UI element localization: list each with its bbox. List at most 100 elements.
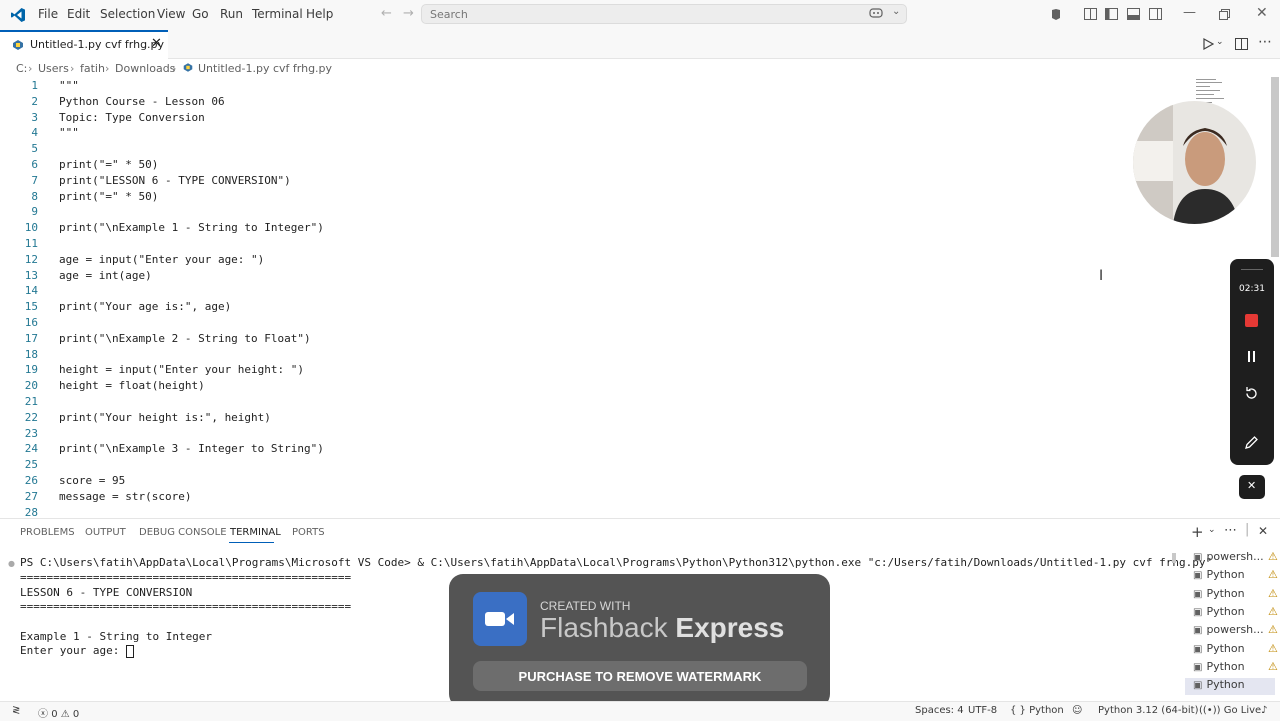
close-tab-icon[interactable]: ✕ <box>151 36 162 51</box>
go-live-button[interactable]: ((•)) Go Live <box>1199 705 1261 716</box>
code-line: print("\nExample 1 - String to Integer") <box>59 221 324 235</box>
terminal-name: Python <box>1206 568 1245 582</box>
tab-terminal[interactable]: TERMINAL <box>230 527 281 538</box>
language-mode[interactable]: { } Python <box>1010 705 1064 716</box>
chevron-right-icon: › <box>70 62 75 75</box>
line-number: 19 <box>24 363 38 377</box>
problems-indicator[interactable]: ⓧ 0 ⚠ 0 <box>38 705 79 720</box>
tab-output[interactable]: OUTPUT <box>85 527 126 538</box>
recording-control-bar: 02:31 <box>1230 259 1274 465</box>
breadcrumb-file[interactable]: Untitled-1.py cvf frhg.py <box>198 62 332 75</box>
terminal-line: ========================================… <box>20 571 352 584</box>
forward-arrow-icon[interactable]: → <box>403 6 414 21</box>
remote-window-icon[interactable]: ≷ <box>12 705 20 716</box>
restore-icon[interactable] <box>1219 9 1230 20</box>
notifications-bell-icon[interactable]: ♪ <box>1261 705 1267 716</box>
back-arrow-icon[interactable]: ← <box>381 6 392 21</box>
stop-recording-icon[interactable] <box>1245 314 1258 327</box>
line-number: 24 <box>24 442 38 456</box>
drag-handle[interactable] <box>1241 269 1263 270</box>
warning-icon: ⚠ <box>1268 641 1278 655</box>
terminal-icon: ▣ <box>1193 625 1203 637</box>
close-panel-icon[interactable]: ✕ <box>1258 524 1268 538</box>
python-interpreter[interactable]: Python 3.12 (64-bit) <box>1098 705 1198 716</box>
python-file-icon <box>13 40 23 50</box>
purchase-button[interactable]: PURCHASE TO REMOVE WATERMARK <box>473 661 807 691</box>
pause-icon[interactable] <box>1245 350 1258 363</box>
terminal-list-item[interactable]: ▣ Python ⚠ <box>1193 605 1278 622</box>
toggle-panel-icon[interactable] <box>1127 8 1140 20</box>
terminal-list-item[interactable]: ▣ Python ⚠ <box>1193 641 1278 659</box>
error-icon: ⓧ <box>38 709 48 720</box>
run-python-file-icon[interactable] <box>1202 38 1214 50</box>
code-line: print("Your height is:", height) <box>59 410 271 424</box>
breadcrumb-fatih[interactable]: fatih <box>80 62 105 75</box>
terminal-scrollbar[interactable] <box>1172 553 1176 563</box>
warning-icon: ⚠ <box>1268 568 1278 582</box>
code-line: print("LESSON 6 - TYPE CONVERSION") <box>59 173 291 187</box>
python-file-icon <box>183 63 193 72</box>
terminal-list-item[interactable]: ▣ powersh... ⚠ <box>1193 550 1278 567</box>
code-line: age = input("Enter your age: ") <box>59 252 265 266</box>
terminal-prompt[interactable]: Enter your age: <box>20 644 134 658</box>
command-center-search[interactable]: Search ⌄ <box>421 4 907 24</box>
encoding-status[interactable]: UTF-8 <box>968 705 997 716</box>
terminal-icon: ▣ <box>1193 552 1203 563</box>
close-window-icon[interactable]: ✕ <box>1256 5 1268 21</box>
menu-edit[interactable]: Edit <box>67 7 90 21</box>
menu-selection[interactable]: Selection <box>100 7 155 21</box>
line-number: 28 <box>24 505 38 517</box>
terminal-chevron-down-icon[interactable]: ⌄ <box>1208 525 1216 535</box>
restart-icon[interactable] <box>1244 386 1259 401</box>
code-line: height = float(height) <box>59 379 205 393</box>
toggle-primary-sidebar-icon[interactable] <box>1105 8 1118 20</box>
menu-run[interactable]: Run <box>220 7 243 21</box>
menu-view[interactable]: View <box>157 7 185 21</box>
breadcrumb-downloads[interactable]: Downloads <box>115 62 175 75</box>
menu-help[interactable]: Help <box>306 7 333 21</box>
breadcrumb-drive[interactable]: C: <box>16 62 27 75</box>
terminal-icon: ▣ <box>1193 680 1203 692</box>
minimize-icon[interactable]: — <box>1183 5 1196 20</box>
tab-untitled-1[interactable]: Untitled-1.py cvf frhg.py ✕ <box>0 30 168 59</box>
recording-timer: 02:31 <box>1239 284 1265 294</box>
customize-layout-icon[interactable] <box>1084 8 1097 20</box>
tab-ports[interactable]: PORTS <box>292 527 325 538</box>
split-editor-icon[interactable] <box>1235 38 1248 50</box>
presenter-image <box>1133 101 1256 224</box>
code-editor[interactable]: 1 """ 2 Python Course - Lesson 06 3 Topic: Ty… <box>0 77 1270 517</box>
copilot-status-icon[interactable]: ☺ <box>1072 705 1082 716</box>
warning-count: 0 <box>72 709 80 720</box>
warning-icon: ⚠ <box>60 709 70 720</box>
flashback-watermark: CREATED WITH Flashback Express PURCHASE … <box>449 574 830 708</box>
tab-debug-console[interactable]: DEBUG CONSOLE <box>139 527 227 538</box>
chevron-down-icon[interactable]: ⌄ <box>892 6 900 17</box>
menu-file[interactable]: File <box>38 7 58 21</box>
copilot-chat-icon[interactable] <box>1050 8 1062 21</box>
toggle-secondary-sidebar-icon[interactable] <box>1149 8 1162 20</box>
indentation-status[interactable]: Spaces: 4 <box>915 705 964 716</box>
code-line: score = 95 <box>59 474 126 487</box>
code-line: print("Your age is:", age) <box>59 300 232 314</box>
more-actions-icon[interactable]: ⋯ <box>1224 523 1237 538</box>
close-recorder-button[interactable]: ✕ <box>1239 475 1265 499</box>
more-actions-icon[interactable]: ⋯ <box>1258 34 1272 50</box>
terminal-list-item[interactable]: ▣ Python ⚠ <box>1193 660 1278 677</box>
copilot-icon[interactable] <box>869 8 883 20</box>
chevron-right-icon: › <box>105 62 110 75</box>
new-terminal-icon[interactable]: + <box>1191 523 1204 541</box>
terminal-list-item[interactable]: ▣ Python ⚠ <box>1193 568 1278 585</box>
line-number: 17 <box>24 331 38 345</box>
run-chevron-down-icon[interactable]: ⌄ <box>1216 37 1224 47</box>
terminal-list-item[interactable]: ▣ powersh... ⚠ <box>1193 623 1278 640</box>
tab-problems[interactable]: PROBLEMS <box>20 527 75 538</box>
menu-terminal[interactable]: Terminal <box>252 7 303 21</box>
breadcrumb-users[interactable]: Users <box>38 62 69 75</box>
terminal-list-item[interactable]: ▣ Python <box>1185 678 1275 696</box>
menu-go[interactable]: Go <box>192 7 209 21</box>
editor-scrollbar-thumb[interactable] <box>1271 77 1279 257</box>
line-number: 14 <box>24 284 38 298</box>
terminal-list-item[interactable]: ▣ Python ⚠ <box>1193 587 1278 604</box>
code-line: height = input("Enter your height: ") <box>59 363 305 377</box>
pen-annotate-icon[interactable] <box>1244 435 1259 450</box>
